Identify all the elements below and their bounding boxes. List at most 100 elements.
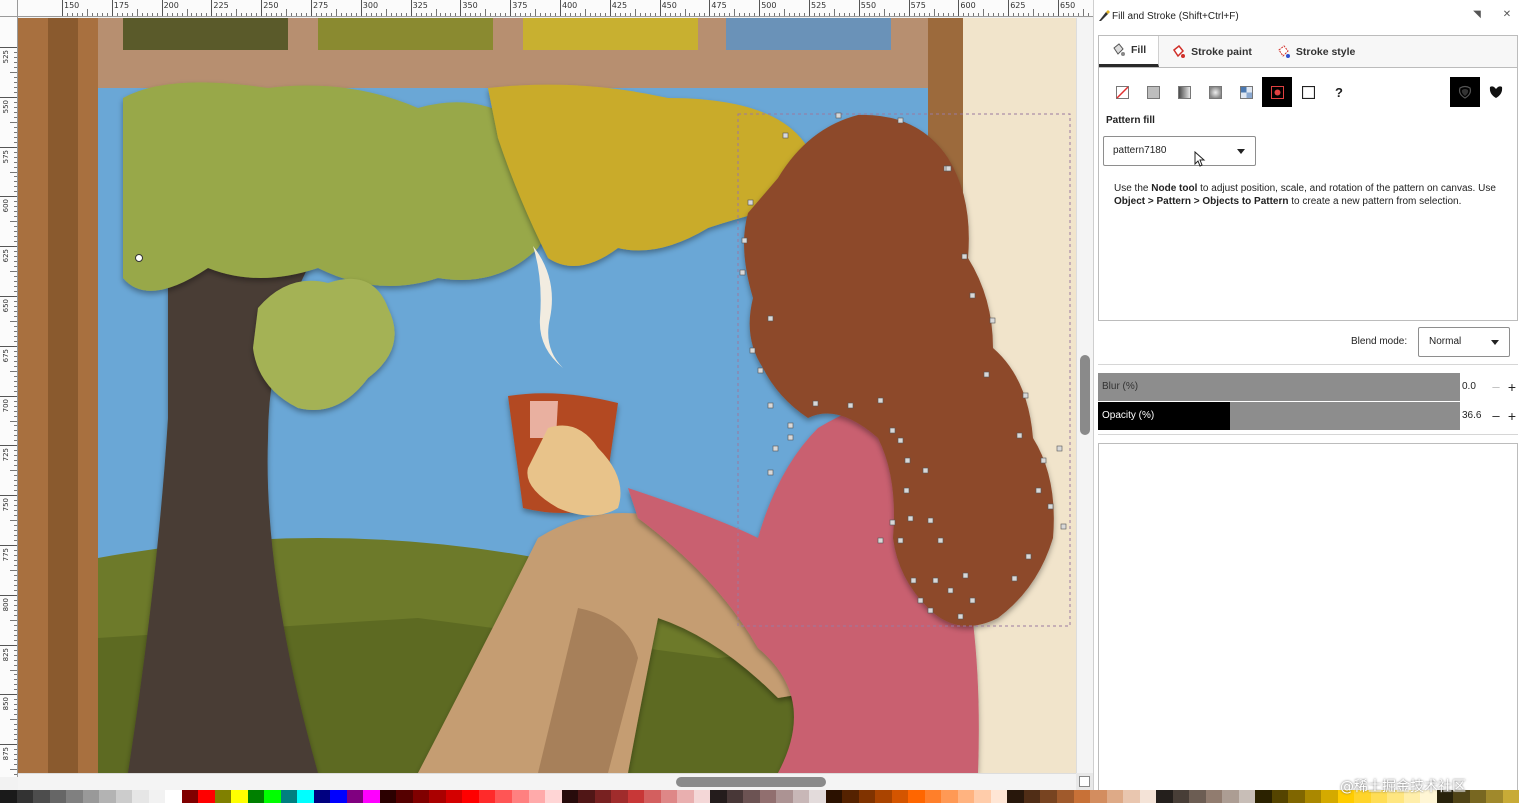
close-icon[interactable]: ✕: [1500, 8, 1514, 22]
palette-swatch[interactable]: [1023, 790, 1041, 803]
palette-swatch[interactable]: [445, 790, 463, 803]
palette-swatch[interactable]: [49, 790, 67, 803]
palette-swatch[interactable]: [511, 790, 529, 803]
tab-stroke-paint[interactable]: Stroke paint: [1159, 36, 1264, 67]
palette-swatch[interactable]: [677, 790, 694, 803]
palette-swatch[interactable]: [908, 790, 925, 803]
palette-swatch[interactable]: [495, 790, 512, 803]
palette-swatch[interactable]: [148, 790, 166, 803]
palette-swatch[interactable]: [611, 790, 628, 803]
palette-swatch[interactable]: [297, 790, 314, 803]
linear-gradient-button[interactable]: [1169, 77, 1199, 107]
palette-swatch[interactable]: [1486, 790, 1503, 803]
palette-swatch[interactable]: [561, 790, 579, 803]
palette-swatch[interactable]: [660, 790, 678, 803]
palette-swatch[interactable]: [875, 790, 892, 803]
fill-rule-evenodd-button[interactable]: [1450, 77, 1480, 107]
palette-swatch[interactable]: [693, 790, 711, 803]
fill-rule-nonzero-button[interactable]: [1487, 83, 1505, 101]
palette-swatch[interactable]: [313, 790, 331, 803]
vertical-scrollbar[interactable]: [1076, 18, 1093, 773]
palette-swatch[interactable]: [1238, 790, 1256, 803]
pattern-button[interactable]: [1262, 77, 1292, 107]
palette-swatch[interactable]: [1271, 790, 1289, 803]
palette-swatch[interactable]: [330, 790, 347, 803]
mesh-gradient-button[interactable]: [1231, 77, 1261, 107]
pattern-select[interactable]: pattern7180: [1103, 136, 1256, 166]
palette-swatch[interactable]: [165, 790, 182, 803]
palette-swatch[interactable]: [82, 790, 100, 803]
palette-swatch[interactable]: [1123, 790, 1140, 803]
palette-swatch[interactable]: [974, 790, 991, 803]
tab-stroke-style[interactable]: Stroke style: [1264, 36, 1368, 67]
palette-swatch[interactable]: [644, 790, 661, 803]
opacity-value[interactable]: 36.6: [1462, 402, 1488, 430]
palette-swatch[interactable]: [594, 790, 612, 803]
palette-swatch[interactable]: [1106, 790, 1124, 803]
palette-swatch[interactable]: [363, 790, 380, 803]
palette-swatch[interactable]: [1139, 790, 1157, 803]
palette-swatch[interactable]: [743, 790, 760, 803]
palette-swatch[interactable]: [1156, 790, 1173, 803]
unset-paint-button[interactable]: ?: [1324, 77, 1354, 107]
palette-swatch[interactable]: [1090, 790, 1107, 803]
palette-swatch[interactable]: [1007, 790, 1024, 803]
palette-swatch[interactable]: [429, 790, 446, 803]
blur-decrement-button[interactable]: –: [1488, 373, 1504, 401]
canvas-area[interactable]: 150 175 200 225 250 275 300 325 350 375 400 425 450 4…: [0, 0, 1093, 790]
palette-swatch[interactable]: [1205, 790, 1223, 803]
palette-swatch[interactable]: [462, 790, 479, 803]
drawing-canvas[interactable]: [18, 18, 1076, 773]
palette-swatch[interactable]: [115, 790, 133, 803]
palette-swatch[interactable]: [1304, 790, 1322, 803]
flat-color-button[interactable]: [1138, 77, 1168, 107]
palette-swatch[interactable]: [1172, 790, 1190, 803]
vertical-ruler[interactable]: 525 550 575 600 625 650 675 700 725 750 775 800 825 8…: [0, 17, 18, 777]
palette-swatch[interactable]: [132, 790, 149, 803]
palette-swatch[interactable]: [924, 790, 942, 803]
palette-swatch[interactable]: [858, 790, 876, 803]
palette-swatch[interactable]: [99, 790, 116, 803]
horizontal-ruler[interactable]: 150 175 200 225 250 275 300 325 350 375 400 425 450 4…: [18, 0, 1093, 17]
palette-swatch[interactable]: [1255, 790, 1272, 803]
palette-swatch[interactable]: [16, 790, 34, 803]
palette-swatch[interactable]: [710, 790, 727, 803]
palette-swatch[interactable]: [231, 790, 248, 803]
blur-value[interactable]: 0.0: [1462, 373, 1488, 401]
palette-swatch[interactable]: [776, 790, 793, 803]
dock-panel-toggle-icon[interactable]: ◥: [1470, 8, 1484, 22]
palette-swatch[interactable]: [825, 790, 843, 803]
palette-swatch[interactable]: [957, 790, 975, 803]
palette-swatch[interactable]: [478, 790, 496, 803]
palette-swatch[interactable]: [346, 790, 364, 803]
palette-swatch[interactable]: [1189, 790, 1206, 803]
radial-gradient-button[interactable]: [1200, 77, 1230, 107]
palette-swatch[interactable]: [941, 790, 958, 803]
palette-swatch[interactable]: [990, 790, 1008, 803]
blur-slider[interactable]: Blur (%): [1098, 373, 1460, 401]
palette-swatch[interactable]: [1040, 790, 1057, 803]
palette-swatch[interactable]: [247, 790, 265, 803]
palette-swatch[interactable]: [1469, 790, 1487, 803]
vertical-scroll-thumb[interactable]: [1080, 355, 1090, 435]
palette-swatch[interactable]: [0, 790, 17, 803]
palette-swatch[interactable]: [545, 790, 562, 803]
palette-swatch[interactable]: [759, 790, 777, 803]
palette-swatch[interactable]: [1057, 790, 1074, 803]
palette-swatch[interactable]: [396, 790, 413, 803]
palette-swatch[interactable]: [809, 790, 826, 803]
palette-swatch[interactable]: [627, 790, 645, 803]
tree-canopy-green[interactable]: [123, 82, 558, 291]
palette-swatch[interactable]: [33, 790, 50, 803]
palette-swatch[interactable]: [198, 790, 215, 803]
palette-swatch[interactable]: [891, 790, 909, 803]
palette-swatch[interactable]: [792, 790, 810, 803]
palette-swatch[interactable]: [1222, 790, 1239, 803]
palette-swatch[interactable]: [528, 790, 546, 803]
palette-swatch[interactable]: [379, 790, 397, 803]
opacity-slider[interactable]: Opacity (%): [1098, 402, 1460, 430]
blend-mode-select[interactable]: Normal: [1418, 327, 1510, 357]
palette-swatch[interactable]: [1502, 790, 1520, 803]
palette-swatch[interactable]: [181, 790, 199, 803]
palette-swatch[interactable]: [578, 790, 595, 803]
